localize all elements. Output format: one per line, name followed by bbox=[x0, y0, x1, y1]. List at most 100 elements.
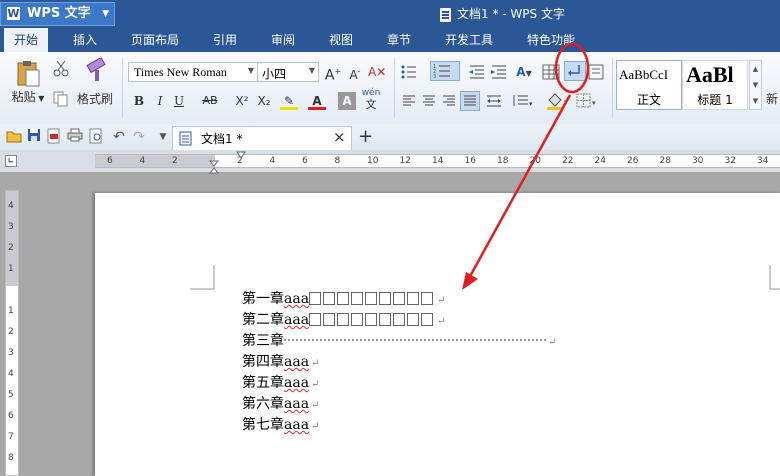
paste-button[interactable]: 粘贴 ▼ bbox=[8, 58, 48, 120]
tab-insert[interactable]: 插入 bbox=[62, 28, 108, 52]
tab-view[interactable]: 视图 bbox=[316, 28, 366, 52]
chapter-title: 第六章 bbox=[242, 396, 284, 412]
document-line[interactable]: 第四章aaa ↵ bbox=[242, 352, 319, 374]
customize-toolbar-icon[interactable]: ▼ bbox=[154, 128, 172, 146]
ruler-tick-label: 6 bbox=[107, 156, 113, 166]
tab-leader-box bbox=[309, 292, 322, 305]
tab-home[interactable]: 开始 bbox=[4, 28, 48, 52]
font-size-value: 小四 bbox=[262, 67, 287, 81]
format-painter-label[interactable]: 格式刷 bbox=[74, 90, 116, 108]
wps-menu-label: WPS 文字 bbox=[27, 6, 91, 21]
shading-fill-icon[interactable]: ▾ bbox=[546, 92, 570, 110]
decrease-indent-icon[interactable] bbox=[468, 64, 486, 80]
copy-icon[interactable] bbox=[52, 90, 70, 108]
clear-format-icon[interactable]: A✕ bbox=[368, 63, 386, 81]
show-paragraph-marks-button[interactable] bbox=[564, 61, 586, 81]
horizontal-ruler[interactable]: 6 4 2 2 4 6 8 10 12 14 16 18 20 22 24 26 28 30 32 34 bbox=[95, 154, 780, 168]
close-icon[interactable]: × bbox=[333, 128, 346, 146]
svg-text:3: 3 bbox=[433, 74, 436, 79]
tab-leader-box bbox=[365, 292, 378, 305]
ruler-tick-label: 2 bbox=[8, 243, 14, 253]
bullet-list-icon[interactable] bbox=[400, 64, 418, 80]
paragraph-return-mark: ↵ bbox=[311, 400, 320, 411]
document-line[interactable]: 第五章aaa ↵ bbox=[242, 373, 319, 395]
tab-stop-selector[interactable]: ∟ bbox=[5, 155, 17, 167]
indent-marker-icon[interactable] bbox=[209, 160, 219, 174]
svg-text:▾: ▾ bbox=[592, 99, 596, 107]
document-line[interactable]: 第七章aaa ↵ bbox=[242, 415, 319, 437]
style-heading1[interactable]: AaBl 标题 1 bbox=[682, 60, 748, 110]
print-icon[interactable] bbox=[67, 128, 83, 142]
bold-button[interactable]: B bbox=[130, 92, 148, 110]
redo-icon[interactable]: ↷ bbox=[130, 128, 148, 146]
underline-button[interactable]: U bbox=[170, 92, 188, 110]
tab-review[interactable]: 审阅 bbox=[258, 28, 308, 52]
save-icon[interactable] bbox=[27, 128, 41, 142]
font-color-icon[interactable]: A bbox=[308, 92, 326, 110]
justify-button[interactable] bbox=[460, 91, 480, 111]
grow-font-icon[interactable]: A+ bbox=[324, 63, 342, 84]
first-line-indent-icon[interactable] bbox=[236, 151, 246, 159]
tab-references[interactable]: 引用 bbox=[200, 28, 250, 52]
tab-page-layout[interactable]: 页面布局 bbox=[124, 28, 186, 52]
format-painter-icon[interactable] bbox=[84, 58, 110, 84]
print-preview-icon[interactable] bbox=[89, 128, 103, 144]
highlight-icon[interactable]: ✎ bbox=[280, 92, 298, 110]
ruler-tick-label: 16 bbox=[464, 156, 476, 166]
document-line[interactable]: 第三章 ↵ bbox=[242, 331, 556, 353]
italic-button[interactable]: I bbox=[151, 92, 169, 110]
tab-special-features[interactable]: 特色功能 bbox=[518, 28, 584, 52]
table-icon[interactable] bbox=[542, 64, 560, 80]
text-box-icon[interactable] bbox=[588, 64, 604, 80]
numbered-list-button[interactable]: 123 bbox=[430, 61, 460, 81]
tab-leader-box bbox=[337, 292, 350, 305]
document-line[interactable]: 第六章aaa ↵ bbox=[242, 394, 319, 416]
cut-icon[interactable] bbox=[52, 60, 70, 78]
tab-leader-dots bbox=[284, 335, 546, 341]
undo-icon[interactable]: ↶ bbox=[110, 128, 128, 146]
shrink-font-icon[interactable]: A- bbox=[346, 63, 364, 82]
svg-text:▾: ▾ bbox=[529, 100, 533, 108]
wps-menu-button[interactable]: W WPS 文字 ▼ bbox=[0, 2, 115, 26]
wps-logo-icon: W bbox=[7, 7, 20, 20]
ruler-tick-label: 10 bbox=[367, 156, 379, 166]
numbered-list-icon: 123 bbox=[433, 64, 450, 79]
pinyin-guide-icon[interactable]: wén 文 bbox=[360, 88, 382, 110]
document-icon bbox=[179, 131, 192, 146]
ruler-tick-label: 20 bbox=[529, 156, 541, 166]
clipboard-icon bbox=[17, 61, 40, 87]
ruler-tick-label: 2 bbox=[8, 327, 14, 337]
document-line[interactable]: 第一章aaa ↵ bbox=[242, 289, 445, 311]
font-size-select[interactable]: 小四 ▼ bbox=[257, 62, 319, 82]
align-center-icon[interactable] bbox=[422, 94, 436, 108]
separator bbox=[394, 58, 395, 118]
align-left-icon[interactable] bbox=[402, 94, 416, 108]
superscript-button[interactable]: X² bbox=[232, 92, 252, 110]
document-line[interactable]: 第二章aaa ↵ bbox=[242, 310, 445, 332]
chevron-down-icon: ▼ bbox=[102, 9, 109, 19]
new-tab-button[interactable]: + bbox=[358, 126, 373, 148]
open-folder-icon[interactable] bbox=[6, 129, 22, 143]
export-pdf-icon[interactable] bbox=[47, 128, 61, 144]
ruler-tick-label: 1 bbox=[8, 264, 14, 274]
strikethrough-button[interactable]: AB bbox=[198, 92, 222, 110]
char-shading-icon[interactable]: A bbox=[338, 92, 356, 110]
distributed-align-icon[interactable] bbox=[486, 94, 502, 108]
vertical-ruler[interactable]: 4 3 2 1 1 2 3 4 5 6 7 8 bbox=[5, 190, 19, 476]
align-right-icon[interactable] bbox=[442, 94, 456, 108]
tab-chapter[interactable]: 章节 bbox=[374, 28, 424, 52]
style-normal[interactable]: AaBbCcI 正文 bbox=[616, 60, 682, 110]
text-effects-icon[interactable]: A▼ bbox=[512, 63, 536, 81]
borders-icon[interactable]: ▾ bbox=[576, 93, 600, 109]
line-spacing-icon[interactable]: ▾ bbox=[512, 94, 534, 108]
new-style-label[interactable]: 新 bbox=[764, 90, 780, 108]
subscript-button[interactable]: X₂ bbox=[254, 92, 274, 110]
paragraph-return-mark: ↵ bbox=[311, 379, 320, 390]
styles-scroll[interactable]: ▲ ▼ ▼ bbox=[749, 60, 762, 110]
tab-developer[interactable]: 开发工具 bbox=[436, 28, 502, 52]
tab-leader-box bbox=[365, 313, 378, 326]
font-name-select[interactable]: Times New Roman ▼ bbox=[128, 62, 258, 82]
document-tab[interactable]: 文档1 * × bbox=[172, 126, 352, 150]
increase-indent-icon[interactable] bbox=[490, 64, 508, 80]
title-bar bbox=[0, 0, 780, 28]
